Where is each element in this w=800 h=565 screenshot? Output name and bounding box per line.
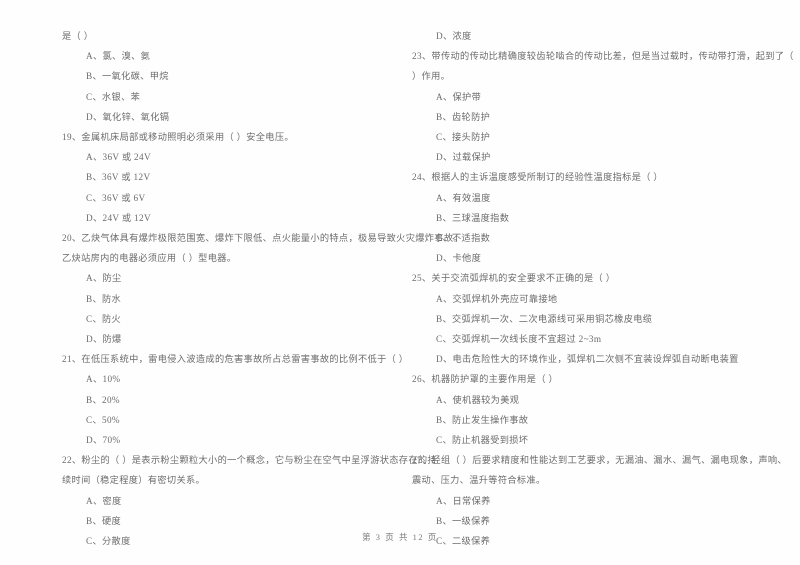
option-item: A、氯、溴、氨 <box>86 51 151 62</box>
option-item: B、防水 <box>86 293 122 304</box>
option-item: C、36V 或 6V <box>86 192 146 203</box>
option-item: B、36V 或 12V <box>86 172 151 183</box>
option-item: A、使机器较为美观 <box>436 394 520 405</box>
option-item: A、交弧焊机外壳应可靠接地 <box>436 293 558 304</box>
option-item: B、防止发生操作事故 <box>436 414 529 425</box>
option-item: B、硬度 <box>86 515 122 526</box>
option-item: D、卡他度 <box>436 253 482 264</box>
option-item: A、日常保养 <box>436 495 491 506</box>
option-item: A、密度 <box>86 495 122 506</box>
question-stem: 25、关于交流弧焊机的安全要求不正确的是（ ） <box>412 273 616 284</box>
option-item: D、防爆 <box>86 334 122 345</box>
question-stem: 20、乙炔气体具有爆炸极限范围宽、爆炸下限低、点火能量小的特点，极易导致火灾爆炸… <box>62 233 463 244</box>
question-stem: 27、经组（ ）后要求精度和性能达到工艺要求，无漏油、漏水、漏气、漏电现象，声响… <box>412 455 787 466</box>
question-stem: 23、带传动的传动比精确度较齿轮啮合的传动比差，但是当过载时，传动带打滑，起到了… <box>412 51 794 62</box>
left-column: 是（ ） A、氯、溴、氨 B、一氧化碳、甲烷 C、水银、苯 D、氧化锌、氧化镉 … <box>0 26 463 551</box>
option-item: D、氧化锌、氧化镉 <box>86 111 170 122</box>
option-item: C、接头防护 <box>436 132 491 143</box>
option-item: A、防尘 <box>86 273 122 284</box>
question-stem-continuation: 续时间（稳定程度）有密切关系。 <box>62 475 206 486</box>
option-item: C、防止机器受到损坏 <box>436 435 529 446</box>
question-stem: 22、粉尘的（ ）是表示粉尘颗粒大小的一个概念，它与粉尘在空气中呈浮游状态存在的… <box>62 455 437 466</box>
option-item: B、交弧焊机一次、二次电源线可采用铜芯橡皮电缆 <box>436 313 653 324</box>
option-item: D、过载保护 <box>436 152 491 163</box>
right-column: D、浓度 23、带传动的传动比精确度较齿轮啮合的传动比差，但是当过载时，传动带打… <box>400 26 800 551</box>
page-footer: 第 3 页 共 12 页 <box>362 533 438 542</box>
option-item: C、交弧焊机一次线长度不宜超过 2~3m <box>436 334 602 345</box>
question-stem: 24、根据人的主诉温度感受所制订的经验性温度指标是（ ） <box>412 172 663 183</box>
option-item: B、齿轮防护 <box>436 111 491 122</box>
option-item: A、保护带 <box>436 91 482 102</box>
question-stem-continuation: 乙炔站房内的电器必须应用（ ）型电器。 <box>62 253 237 264</box>
question-stem-continuation: 震动、压力、温升等符合标准。 <box>412 475 546 486</box>
question-stem: 21、在低压系统中，雷电侵入波造成的危害事故所占总雷害事故的比例不低于（ ） <box>62 354 409 365</box>
option-item: A、36V 或 24V <box>86 152 151 163</box>
option-item: D、70% <box>86 435 121 446</box>
option-item: B、一级保养 <box>436 515 491 526</box>
option-item: C、不适指数 <box>436 233 491 244</box>
option-item: D、电击危险性大的环境作业，弧焊机二次侧不宜装设焊弧自动断电装置 <box>436 354 739 365</box>
question-stem: 19、金属机床局部或移动照明必须采用（ ）安全电压。 <box>62 132 294 143</box>
option-item: B、三球温度指数 <box>436 212 510 223</box>
question-stem-continuation: ）作用。 <box>412 71 451 82</box>
option-item: B、20% <box>86 394 120 405</box>
option-item: A、有效温度 <box>436 192 491 203</box>
option-item: A、10% <box>86 374 121 385</box>
option-item: B、一氧化碳、甲烷 <box>86 71 169 82</box>
option-item: C、防火 <box>86 313 122 324</box>
option-item: D、浓度 <box>436 31 472 41</box>
two-column-body: 是（ ） A、氯、溴、氨 B、一氧化碳、甲烷 C、水银、苯 D、氧化锌、氧化镉 … <box>0 26 800 551</box>
question-stem: 26、机器防护罩的主要作用是（ ） <box>412 374 559 385</box>
exam-page: 是（ ） A、氯、溴、氨 B、一氧化碳、甲烷 C、水银、苯 D、氧化锌、氧化镉 … <box>0 0 800 565</box>
option-item: D、24V 或 12V <box>86 212 151 223</box>
option-item: C、水银、苯 <box>86 91 141 102</box>
option-item: C、50% <box>86 414 120 425</box>
question-stem-continuation: 是（ ） <box>62 31 94 41</box>
